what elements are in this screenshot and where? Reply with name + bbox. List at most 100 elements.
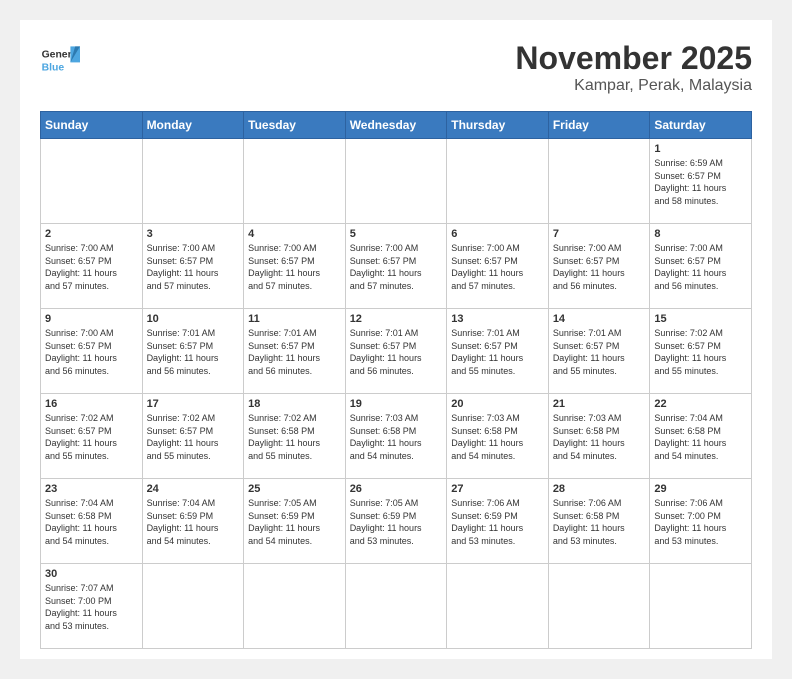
day-cell: 9Sunrise: 7:00 AMSunset: 6:57 PMDaylight… (41, 309, 143, 394)
day-cell: 13Sunrise: 7:01 AMSunset: 6:57 PMDayligh… (447, 309, 549, 394)
day-cell (345, 564, 447, 649)
day-number: 15 (654, 313, 747, 325)
day-info: Sunrise: 7:02 AMSunset: 6:57 PMDaylight:… (654, 327, 747, 377)
day-cell: 27 Sunrise: 7:06 AMSunset: 6:59 PMDayligh… (447, 479, 549, 564)
day-number: 11 (248, 313, 341, 325)
day-cell (142, 564, 244, 649)
day-cell (650, 564, 752, 649)
day-cell: 20 Sunrise: 7:03 AMSunset: 6:58 PMDayligh… (447, 394, 549, 479)
day-cell: 2 Sunrise: 7:00 AMSunset: 6:57 PMDaylight… (41, 224, 143, 309)
day-number: 24 (147, 483, 240, 495)
week-row-5: 23 Sunrise: 7:04 AMSunset: 6:58 PMDayligh… (41, 479, 752, 564)
day-cell: 17Sunrise: 7:02 AMSunset: 6:57 PMDayligh… (142, 394, 244, 479)
day-info: Sunrise: 7:00 AMSunset: 6:57 PMDaylight:… (451, 242, 544, 292)
day-cell: 12 Sunrise: 7:01 AMSunset: 6:57 PMDayligh… (345, 309, 447, 394)
day-info: Sunrise: 7:04 AMSunset: 6:58 PMDaylight:… (45, 497, 138, 547)
day-cell: 29 Sunrise: 7:06 AMSunset: 7:00 PMDayligh… (650, 479, 752, 564)
svg-text:Blue: Blue (42, 62, 65, 73)
day-info: Sunrise: 7:01 AMSunset: 6:57 PMDaylight:… (147, 327, 240, 377)
day-cell (548, 564, 650, 649)
day-cell: 7 Sunrise: 7:00 AMSunset: 6:57 PMDaylight… (548, 224, 650, 309)
logo-icon: General Blue (40, 40, 80, 80)
day-info: Sunrise: 7:01 AMSunset: 6:57 PMDaylight:… (248, 327, 341, 377)
day-cell: 22 Sunrise: 7:04 AMSunset: 6:58 PMDayligh… (650, 394, 752, 479)
day-number: 9 (45, 313, 138, 325)
day-cell: 24Sunrise: 7:04 AMSunset: 6:59 PMDayligh… (142, 479, 244, 564)
weekday-thursday: Thursday (447, 112, 549, 139)
location: Kampar, Perak, Malaysia (515, 77, 752, 95)
day-cell: 1 Sunrise: 6:59 AMSunset: 6:57 PMDaylight… (650, 139, 752, 224)
day-info: Sunrise: 7:00 AMSunset: 6:57 PMDaylight:… (45, 242, 138, 292)
day-number: 2 (45, 228, 138, 240)
day-cell (244, 139, 346, 224)
weekday-header-row: SundayMondayTuesdayWednesdayThursdayFrid… (41, 112, 752, 139)
day-number: 22 (654, 398, 747, 410)
week-row-4: 16 Sunrise: 7:02 AMSunset: 6:57 PMDayligh… (41, 394, 752, 479)
day-info: Sunrise: 7:00 AMSunset: 6:57 PMDaylight:… (248, 242, 341, 292)
day-info: Sunrise: 7:00 AMSunset: 6:57 PMDaylight:… (654, 242, 747, 292)
day-number: 4 (248, 228, 341, 240)
weekday-monday: Monday (142, 112, 244, 139)
day-number: 16 (45, 398, 138, 410)
day-cell: 14 Sunrise: 7:01 AMSunset: 6:57 PMDayligh… (548, 309, 650, 394)
day-cell (548, 139, 650, 224)
calendar-table: SundayMondayTuesdayWednesdayThursdayFrid… (40, 111, 752, 649)
day-info: Sunrise: 6:59 AMSunset: 6:57 PMDaylight:… (654, 157, 747, 207)
logo: General Blue (40, 40, 80, 80)
day-cell: 11 Sunrise: 7:01 AMSunset: 6:57 PMDayligh… (244, 309, 346, 394)
day-info: Sunrise: 7:02 AMSunset: 6:57 PMDaylight:… (45, 412, 138, 462)
day-info: Sunrise: 7:01 AMSunset: 6:57 PMDaylight:… (451, 327, 544, 377)
day-number: 3 (147, 228, 240, 240)
day-info: Sunrise: 7:03 AMSunset: 6:58 PMDaylight:… (553, 412, 646, 462)
day-number: 17 (147, 398, 240, 410)
day-number: 10 (147, 313, 240, 325)
day-cell (142, 139, 244, 224)
day-cell: 23 Sunrise: 7:04 AMSunset: 6:58 PMDayligh… (41, 479, 143, 564)
day-cell: 18 Sunrise: 7:02 AMSunset: 6:58 PMDayligh… (244, 394, 346, 479)
day-number: 19 (350, 398, 443, 410)
day-number: 7 (553, 228, 646, 240)
day-cell: 26Sunrise: 7:05 AMSunset: 6:59 PMDayligh… (345, 479, 447, 564)
day-cell: 30Sunrise: 7:07 AMSunset: 7:00 PMDayligh… (41, 564, 143, 649)
day-cell: 16 Sunrise: 7:02 AMSunset: 6:57 PMDayligh… (41, 394, 143, 479)
day-number: 8 (654, 228, 747, 240)
day-number: 25 (248, 483, 341, 495)
day-cell: 6 Sunrise: 7:00 AMSunset: 6:57 PMDaylight… (447, 224, 549, 309)
title-block: November 2025 Kampar, Perak, Malaysia (515, 40, 752, 95)
day-info: Sunrise: 7:01 AMSunset: 6:57 PMDaylight:… (350, 327, 443, 377)
day-info: Sunrise: 7:06 AMSunset: 7:00 PMDaylight:… (654, 497, 747, 547)
day-cell: 19 Sunrise: 7:03 AMSunset: 6:58 PMDayligh… (345, 394, 447, 479)
day-info: Sunrise: 7:00 AMSunset: 6:57 PMDaylight:… (147, 242, 240, 292)
day-cell: 4 Sunrise: 7:00 AMSunset: 6:57 PMDaylight… (244, 224, 346, 309)
weekday-friday: Friday (548, 112, 650, 139)
day-number: 23 (45, 483, 138, 495)
day-info: Sunrise: 7:01 AMSunset: 6:57 PMDaylight:… (553, 327, 646, 377)
day-info: Sunrise: 7:03 AMSunset: 6:58 PMDaylight:… (350, 412, 443, 462)
day-info: Sunrise: 7:04 AMSunset: 6:58 PMDaylight:… (654, 412, 747, 462)
day-info: Sunrise: 7:02 AMSunset: 6:58 PMDaylight:… (248, 412, 341, 462)
day-number: 5 (350, 228, 443, 240)
day-number: 27 (451, 483, 544, 495)
day-cell (345, 139, 447, 224)
day-number: 18 (248, 398, 341, 410)
day-number: 30 (45, 568, 138, 580)
day-info: Sunrise: 7:00 AMSunset: 6:57 PMDaylight:… (553, 242, 646, 292)
day-number: 6 (451, 228, 544, 240)
day-info: Sunrise: 7:05 AMSunset: 6:59 PMDaylight:… (350, 497, 443, 547)
header: General Blue November 2025 Kampar, Perak… (40, 40, 752, 95)
day-number: 29 (654, 483, 747, 495)
day-number: 1 (654, 143, 747, 155)
week-row-2: 2 Sunrise: 7:00 AMSunset: 6:57 PMDaylight… (41, 224, 752, 309)
day-number: 20 (451, 398, 544, 410)
day-info: Sunrise: 7:03 AMSunset: 6:58 PMDaylight:… (451, 412, 544, 462)
day-cell: 3 Sunrise: 7:00 AMSunset: 6:57 PMDaylight… (142, 224, 244, 309)
day-cell: 25Sunrise: 7:05 AMSunset: 6:59 PMDayligh… (244, 479, 346, 564)
weekday-tuesday: Tuesday (244, 112, 346, 139)
day-number: 21 (553, 398, 646, 410)
day-cell (447, 139, 549, 224)
day-number: 14 (553, 313, 646, 325)
day-number: 12 (350, 313, 443, 325)
weekday-wednesday: Wednesday (345, 112, 447, 139)
day-info: Sunrise: 7:06 AMSunset: 6:59 PMDaylight:… (451, 497, 544, 547)
day-cell: 15 Sunrise: 7:02 AMSunset: 6:57 PMDayligh… (650, 309, 752, 394)
